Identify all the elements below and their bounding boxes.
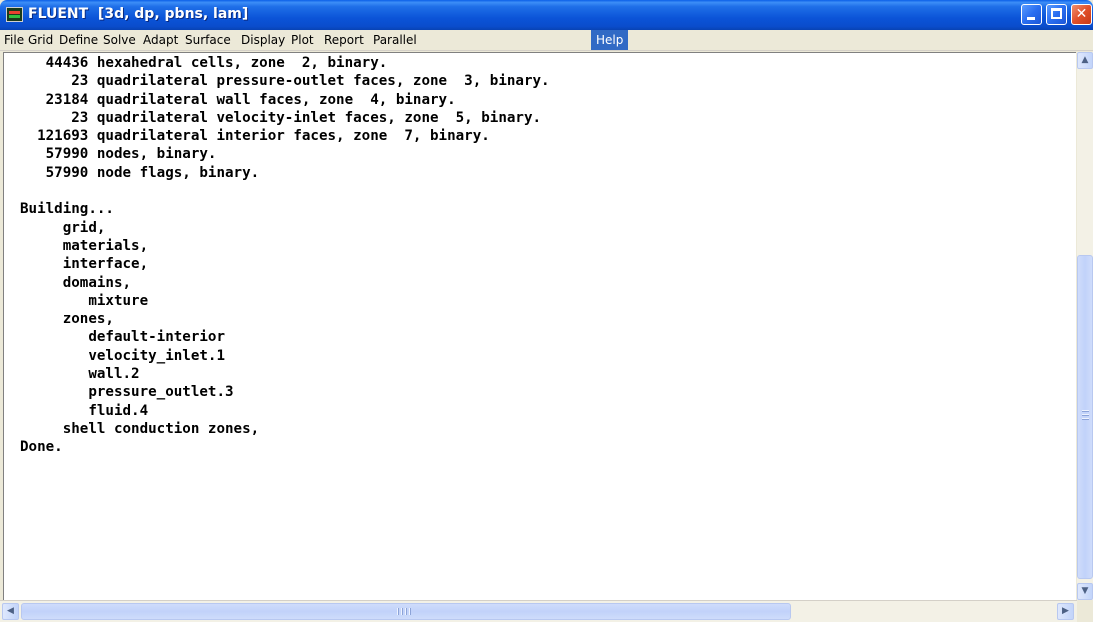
title-bar[interactable]: FLUENT [3d, dp, pbns, lam] ✕	[0, 0, 1093, 30]
console-line: 57990 node flags, binary.	[20, 164, 260, 181]
console-line: shell conduction zones,	[20, 420, 260, 437]
horizontal-scrollbar[interactable]: ◀ ▶	[0, 600, 1077, 622]
grip-line	[1082, 414, 1089, 415]
console-line: domains,	[20, 274, 132, 291]
menu-plot[interactable]: Plot	[291, 30, 314, 50]
grip-line	[1082, 418, 1089, 419]
minimize-button[interactable]	[1021, 4, 1042, 25]
menu-report[interactable]: Report	[324, 30, 364, 50]
console-line: Done.	[20, 439, 63, 456]
console-line: 44436 hexahedral cells, zone 2, binary.	[20, 55, 388, 71]
horizontal-scroll-thumb[interactable]	[21, 603, 791, 620]
console-line: grid,	[20, 219, 106, 236]
grip-line	[397, 608, 398, 615]
console-line: Building...	[20, 201, 114, 218]
maximize-button[interactable]	[1046, 4, 1067, 25]
console-line: default-interior	[20, 329, 225, 346]
close-button[interactable]: ✕	[1071, 4, 1092, 25]
menu-display[interactable]: Display	[241, 30, 285, 50]
console-output[interactable]: 44436 hexahedral cells, zone 2, binary. …	[3, 52, 1076, 602]
grip-line	[405, 608, 406, 615]
grip-line	[401, 608, 402, 615]
menu-help[interactable]: Help	[591, 30, 629, 50]
console-line: 23184 quadrilateral wall faces, zone 4, …	[20, 91, 456, 108]
chevron-up-icon: ▲	[1081, 55, 1089, 65]
console-line: wall.2	[20, 366, 140, 383]
close-icon: ✕	[1075, 6, 1088, 22]
grip-line	[409, 608, 410, 615]
scroll-right-button[interactable]: ▶	[1057, 603, 1074, 620]
console-text: 44436 hexahedral cells, zone 2, binary. …	[4, 53, 1076, 457]
console-line: 23 quadrilateral velocity-inlet faces, z…	[20, 109, 542, 126]
vertical-scrollbar[interactable]: ▲ ▼	[1077, 52, 1093, 600]
window-title: FLUENT [3d, dp, pbns, lam]	[28, 6, 249, 22]
chevron-left-icon: ◀	[7, 606, 14, 616]
console-line: 121693 quadrilateral interior faces, zon…	[20, 128, 490, 145]
console-line: pressure_outlet.3	[20, 384, 234, 401]
console-line: velocity_inlet.1	[20, 347, 225, 364]
grip-line	[1082, 410, 1089, 411]
console-line: 23 quadrilateral pressure-outlet faces, …	[20, 73, 550, 90]
menu-grid[interactable]: Grid	[28, 30, 53, 50]
scrollbar-corner	[1077, 600, 1093, 622]
fluent-app-icon[interactable]	[6, 7, 23, 22]
console-line: 57990 nodes, binary.	[20, 146, 217, 163]
vertical-scroll-thumb[interactable]	[1077, 255, 1093, 579]
menu-surface[interactable]: Surface	[185, 30, 231, 50]
menu-file[interactable]: File	[4, 30, 24, 50]
menu-define[interactable]: Define	[59, 30, 98, 50]
menu-bar: File Grid Define Solve Adapt Surface Dis…	[0, 30, 1093, 51]
console-line: zones,	[20, 311, 114, 328]
scroll-up-button[interactable]: ▲	[1077, 52, 1093, 69]
menu-adapt[interactable]: Adapt	[143, 30, 178, 50]
console-line: interface,	[20, 256, 149, 273]
chevron-right-icon: ▶	[1062, 606, 1069, 616]
chevron-down-icon: ▼	[1081, 586, 1089, 596]
console-frame: 44436 hexahedral cells, zone 2, binary. …	[0, 51, 1093, 622]
fluent-window: FLUENT [3d, dp, pbns, lam] ✕ File Grid D…	[0, 0, 1093, 622]
menu-solve[interactable]: Solve	[103, 30, 136, 50]
console-line: materials,	[20, 237, 149, 254]
console-line: mixture	[20, 292, 149, 309]
maximize-icon	[1051, 8, 1062, 19]
menu-parallel[interactable]: Parallel	[373, 30, 417, 50]
console-line: fluid.4	[20, 402, 149, 419]
scroll-down-button[interactable]: ▼	[1077, 583, 1093, 600]
scroll-left-button[interactable]: ◀	[2, 603, 19, 620]
minimize-icon	[1027, 17, 1035, 20]
